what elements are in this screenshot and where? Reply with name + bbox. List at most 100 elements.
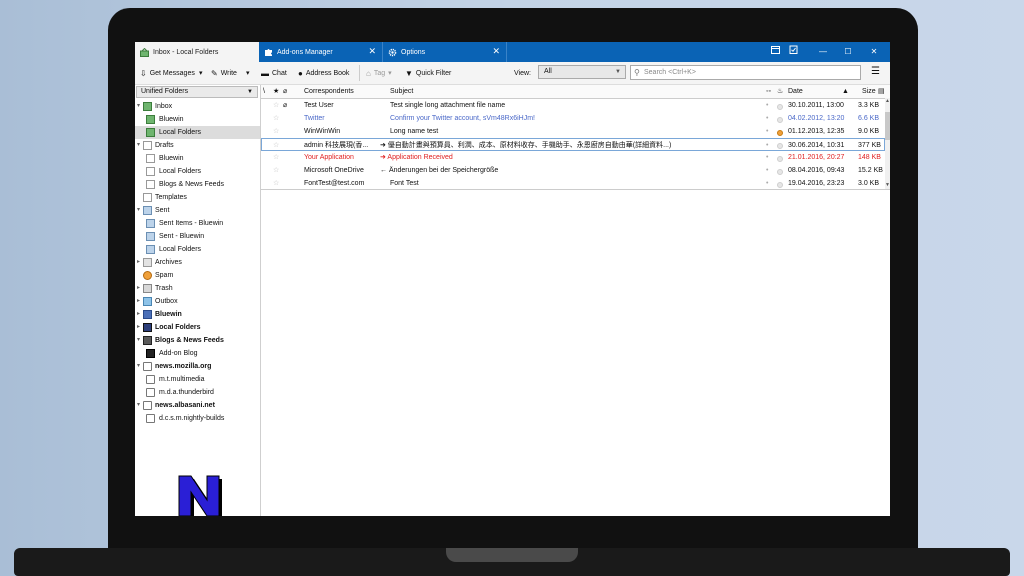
- scrollbar-thumb[interactable]: [885, 112, 890, 140]
- tab-inbox[interactable]: Inbox - Local Folders: [135, 42, 259, 62]
- account-label: Bluewin: [155, 311, 182, 318]
- close-icon[interactable]: ✕: [368, 46, 376, 57]
- write-dropdown[interactable]: ▾: [246, 67, 250, 79]
- account-label: news.albasani.net: [155, 402, 215, 409]
- get-messages-dropdown[interactable]: ▾: [199, 67, 203, 79]
- message-date: 08.04.2016, 09:43: [788, 167, 845, 174]
- folder-item-trash[interactable]: ▸ Trash: [135, 282, 260, 295]
- folder-item-outbox[interactable]: ▸ Outbox: [135, 295, 260, 308]
- message-row[interactable]: ☆ Microsoft OneDrive ← Änderungen bei de…: [261, 164, 885, 177]
- account-blogs-news-feeds[interactable]: ▾ Blogs & News Feeds: [135, 334, 260, 347]
- column-correspondents[interactable]: Correspondents: [304, 85, 354, 98]
- account-local-folders[interactable]: ▸ Local Folders: [135, 321, 260, 334]
- tag-button[interactable]: ⌂ Tag ▾: [366, 67, 392, 79]
- view-select[interactable]: All ▼: [538, 65, 626, 79]
- read-dot-icon[interactable]: •: [766, 151, 768, 164]
- star-icon[interactable]: ☆: [273, 99, 279, 112]
- folder-mode-select[interactable]: Unified Folders ▼: [136, 86, 258, 98]
- message-row[interactable]: ☆ admin 科技展現(香... ➜ 優自動計畫與預算員、利潤、成本、原材料收…: [261, 138, 885, 151]
- star-icon[interactable]: ☆: [273, 125, 279, 138]
- drafts-icon: [143, 141, 152, 150]
- folder-item-inbox-local-folders[interactable]: Local Folders: [135, 126, 260, 139]
- folder-item-mt-multimedia[interactable]: m.t.multimedia: [135, 373, 260, 386]
- thread-scrollbar[interactable]: ▲ ▼: [885, 98, 890, 189]
- column-size[interactable]: Size: [862, 85, 876, 98]
- attachment-column-icon[interactable]: ⌀: [283, 85, 287, 98]
- folder-item-archives[interactable]: ▸ Archives: [135, 256, 260, 269]
- twisty-expanded-icon: ▾: [137, 402, 141, 408]
- folder-item-sent-bluewin[interactable]: Sent - Bluewin: [135, 230, 260, 243]
- newsgroup-icon: [146, 414, 155, 423]
- column-picker-icon[interactable]: ▤: [878, 85, 885, 98]
- folder-item-drafts-bluewin[interactable]: Bluewin: [135, 152, 260, 165]
- folder-label: Add-on Blog: [159, 350, 198, 357]
- column-date[interactable]: Date: [788, 85, 803, 98]
- folder-item-drafts[interactable]: ▾ Drafts: [135, 139, 260, 152]
- newsserver-icon: [143, 362, 152, 371]
- folder-item-templates[interactable]: Templates: [135, 191, 260, 204]
- message-row[interactable]: ☆ WinWinWin Long name test • 01.12.2013,…: [261, 125, 885, 138]
- hamburger-menu-icon[interactable]: ☰: [871, 67, 880, 77]
- local-folders-icon: [143, 323, 152, 332]
- calendar-icon[interactable]: [768, 45, 782, 59]
- folder-item-sent-local-folders[interactable]: Local Folders: [135, 243, 260, 256]
- thread-column-headers: \ ★ ⌀ Correspondents Subject ◦◦ ♨ Date ▲…: [261, 85, 890, 99]
- account-news-mozilla[interactable]: ▾ news.mozilla.org: [135, 360, 260, 373]
- folder-item-sent[interactable]: ▾ Sent: [135, 204, 260, 217]
- account-news-albasani[interactable]: ▾ news.albasani.net: [135, 399, 260, 412]
- tasks-icon[interactable]: [786, 45, 800, 59]
- read-dot-icon[interactable]: •: [766, 99, 768, 112]
- maximize-icon[interactable]: ☐: [841, 45, 855, 59]
- folder-item-addon-blog[interactable]: Add-on Blog: [135, 347, 260, 360]
- folder-item-spam[interactable]: Spam: [135, 269, 260, 282]
- column-subject[interactable]: Subject: [390, 85, 413, 98]
- star-column-icon[interactable]: ★: [273, 85, 279, 98]
- star-icon[interactable]: ☆: [273, 112, 279, 125]
- message-date: 21.01.2016, 20:27: [788, 154, 845, 161]
- scroll-up-icon[interactable]: ▲: [885, 98, 890, 104]
- folder-item-inbox[interactable]: ▾ Inbox: [135, 100, 260, 113]
- view-label: View:: [514, 69, 531, 77]
- server-icon: [143, 310, 152, 319]
- get-messages-button[interactable]: ⇩ Get Messages: [140, 67, 195, 79]
- junk-status-icon[interactable]: [777, 180, 783, 193]
- tab-addons-manager[interactable]: Add-ons Manager ✕: [259, 42, 383, 62]
- folder-item-drafts-blogs[interactable]: Blogs & News Feeds: [135, 178, 260, 191]
- folder-item-drafts-local-folders[interactable]: Local Folders: [135, 165, 260, 178]
- address-book-button[interactable]: ● Address Book: [298, 67, 349, 79]
- message-row[interactable]: ☆ ⌀ Test User Test single long attachmen…: [261, 99, 885, 112]
- twisty-collapsed-icon: ▸: [137, 285, 141, 291]
- close-window-icon[interactable]: ✕: [867, 45, 881, 59]
- folder-label: Outbox: [155, 298, 178, 305]
- message-date: 01.12.2013, 12:35: [788, 128, 845, 135]
- folder-item-dcsm-nightly[interactable]: d.c.s.m.nightly-builds: [135, 412, 260, 425]
- message-row[interactable]: ☆ Your Application ➜ Application Receive…: [261, 151, 885, 164]
- thread-column-icon[interactable]: \: [263, 85, 265, 98]
- search-input[interactable]: ⚲ Search <Ctrl+K>: [630, 65, 861, 80]
- account-bluewin[interactable]: ▸ Bluewin: [135, 308, 260, 321]
- read-column-icon[interactable]: ◦◦: [766, 85, 771, 98]
- message-size: 6.6 KB: [858, 115, 880, 122]
- message-row[interactable]: ☆ Twitter Confirm your Twitter account, …: [261, 112, 885, 125]
- junk-column-icon[interactable]: ♨: [777, 85, 783, 98]
- spam-icon: [143, 271, 152, 280]
- star-icon[interactable]: ☆: [273, 151, 279, 164]
- folder-item-inbox-bluewin[interactable]: Bluewin: [135, 113, 260, 126]
- scroll-down-icon[interactable]: ▼: [885, 182, 890, 188]
- minimize-icon[interactable]: —: [816, 45, 830, 59]
- read-dot-icon[interactable]: •: [766, 164, 768, 177]
- sent-icon: [146, 232, 155, 241]
- tab-options[interactable]: Options ✕: [383, 42, 507, 62]
- star-icon[interactable]: ☆: [273, 164, 279, 177]
- archive-icon: [143, 258, 152, 267]
- account-label: Blogs & News Feeds: [155, 337, 224, 344]
- quick-filter-button[interactable]: ▼ Quick Filter: [405, 67, 451, 79]
- close-icon[interactable]: ✕: [492, 46, 500, 57]
- folder-item-sent-items-bluewin[interactable]: Sent Items - Bluewin: [135, 217, 260, 230]
- read-dot-icon[interactable]: •: [766, 112, 768, 125]
- write-button[interactable]: ✎ Write: [211, 67, 237, 79]
- chat-button[interactable]: ▬ Chat: [261, 67, 287, 79]
- read-dot-icon[interactable]: •: [766, 125, 768, 138]
- chat-label: Chat: [272, 69, 287, 77]
- folder-item-mda-thunderbird[interactable]: m.d.a.thunderbird: [135, 386, 260, 399]
